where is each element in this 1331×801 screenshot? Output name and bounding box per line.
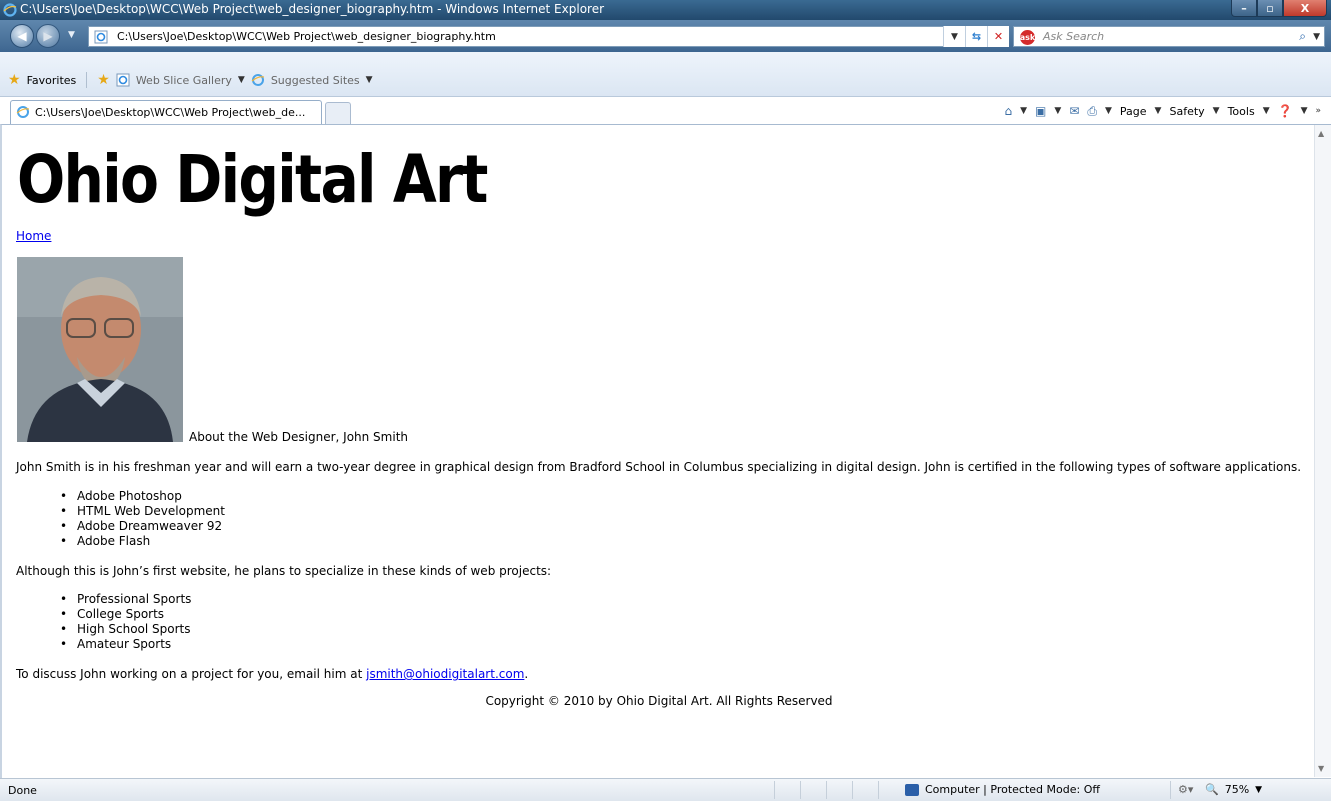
status-bar: Done Computer | Protected Mode: Off ⚙▾ 🔍… — [0, 778, 1331, 801]
help-icon[interactable]: ❓ — [1278, 104, 1293, 118]
list-item: High School Sports — [60, 622, 191, 637]
chevron-down-icon[interactable]: ▼ — [1301, 106, 1308, 116]
home-link[interactable]: Home — [16, 229, 51, 243]
chevron-down-icon[interactable]: ▼ — [1263, 106, 1270, 116]
favorites-bar: ★ Favorites ★ Web Slice Gallery ▼ Sugges… — [8, 70, 373, 90]
home-icon[interactable]: ⌂ — [1005, 104, 1013, 118]
chevron-down-icon[interactable]: ▼ — [1255, 785, 1262, 795]
page-menu[interactable]: Page — [1120, 105, 1147, 118]
scroll-up-icon[interactable]: ▲ — [1318, 129, 1324, 138]
more-chevron-icon[interactable]: » — [1315, 106, 1321, 116]
contact-paragraph: To discuss John working on a project for… — [16, 667, 528, 681]
mail-icon[interactable]: ✉ — [1069, 104, 1079, 118]
window-controls: – ▫ X — [1231, 0, 1327, 18]
list-item: HTML Web Development — [60, 504, 225, 519]
chevron-down-icon[interactable]: ▼ — [1105, 106, 1112, 116]
safety-menu[interactable]: Safety — [1169, 105, 1204, 118]
copyright-text: Copyright © 2010 by Ohio Digital Art. Al… — [485, 694, 833, 708]
chevron-down-icon[interactable]: ▼ — [238, 75, 245, 85]
toolbar-divider — [86, 72, 88, 88]
feeds-icon[interactable]: ▣ — [1035, 104, 1046, 118]
navigation-bar: ◀ ▶ ▼ C:\Users\Joe\Desktop\WCC\Web Proje… — [0, 20, 1331, 52]
minimize-button[interactable]: – — [1231, 0, 1257, 17]
email-link[interactable]: jsmith@ohiodigitalart.com — [366, 667, 524, 681]
contact-period: . — [524, 667, 529, 681]
security-zone[interactable]: Computer | Protected Mode: Off — [905, 783, 1100, 796]
ask-logo-icon: ask — [1020, 30, 1035, 45]
status-divider — [878, 781, 879, 799]
status-divider — [774, 781, 775, 799]
favorites-star-icon: ★ — [8, 72, 21, 88]
search-options-dropdown-icon[interactable]: ▼ — [1313, 32, 1320, 42]
address-dropdown-icon[interactable]: ▼ — [943, 26, 965, 47]
zoom-control[interactable]: 🔍 75% ▼ — [1205, 783, 1262, 796]
contact-text: To discuss John working on a project for… — [16, 667, 367, 681]
status-divider — [852, 781, 853, 799]
search-placeholder[interactable]: Ask Search — [1043, 30, 1104, 43]
computer-zone-icon — [905, 783, 919, 796]
recent-pages-dropdown-icon[interactable]: ▼ — [68, 30, 75, 40]
zoom-level: 75% — [1224, 783, 1250, 796]
photo-caption: About the Web Designer, John Smith — [189, 430, 409, 444]
list-item: Adobe Flash — [60, 534, 225, 549]
chevron-down-icon[interactable]: ▼ — [1020, 106, 1027, 116]
security-zone-label: Computer | Protected Mode: Off — [925, 783, 1100, 796]
arrow-left-icon: ◀ — [17, 29, 27, 43]
arrow-right-icon: ▶ — [43, 29, 53, 43]
address-actions: ▼ ⇆ ✕ — [943, 26, 1009, 47]
web-slice-gallery-link[interactable]: Web Slice Gallery — [136, 74, 232, 87]
chevron-down-icon[interactable]: ▼ — [1155, 106, 1162, 116]
address-url[interactable]: C:\Users\Joe\Desktop\WCC\Web Project\web… — [117, 30, 496, 43]
title-bar: C:\Users\Joe\Desktop\WCC\Web Project\web… — [0, 0, 1331, 20]
list-item: College Sports — [60, 607, 191, 622]
maximize-button[interactable]: ▫ — [1257, 0, 1283, 17]
status-divider — [826, 781, 827, 799]
tab-ie-icon — [16, 106, 30, 118]
refresh-icon[interactable]: ⇆ — [965, 26, 987, 47]
forward-button[interactable]: ▶ — [36, 24, 60, 48]
vertical-scrollbar[interactable]: ▲ ▼ — [1314, 125, 1331, 777]
print-icon[interactable]: ⎙ — [1087, 104, 1097, 119]
close-button[interactable]: X — [1283, 0, 1327, 17]
internet-explorer-icon — [3, 3, 17, 17]
stop-icon[interactable]: ✕ — [987, 26, 1009, 47]
tools-menu[interactable]: Tools — [1228, 105, 1255, 118]
list-item: Adobe Dreamweaver 92 — [60, 519, 225, 534]
page-ie-icon — [94, 30, 108, 44]
certifications-list: Adobe Photoshop HTML Web Development Ado… — [60, 489, 225, 549]
address-bar[interactable]: C:\Users\Joe\Desktop\WCC\Web Project\web… — [88, 26, 988, 47]
suggested-sites-link[interactable]: Suggested Sites — [271, 74, 360, 87]
chevron-down-icon[interactable]: ▼ — [1213, 106, 1220, 116]
window-title: C:\Users\Joe\Desktop\WCC\Web Project\web… — [20, 2, 605, 16]
list-item: Adobe Photoshop — [60, 489, 225, 504]
protected-mode-icon[interactable]: ⚙▾ — [1178, 783, 1193, 796]
list-item: Professional Sports — [60, 592, 191, 607]
status-divider — [1170, 781, 1171, 799]
plans-paragraph: Although this is John’s first website, h… — [16, 564, 552, 578]
command-bar: ⌂ ▼ ▣ ▼ ✉ ⎙ ▼ Page ▼ Safety ▼ Tools ▼ ❓ … — [1005, 100, 1322, 122]
status-text: Done — [8, 784, 37, 797]
bio-paragraph: John Smith is in his freshman year and w… — [16, 460, 1302, 474]
web-slice-icon — [116, 73, 130, 87]
search-icon[interactable]: ⌕ — [1299, 29, 1306, 44]
scroll-down-icon[interactable]: ▼ — [1318, 764, 1324, 773]
zoom-icon: 🔍 — [1205, 783, 1219, 796]
suggested-sites-icon — [251, 74, 264, 86]
search-box[interactable]: ask Ask Search ⌕ ▼ — [1013, 26, 1325, 47]
new-tab-button[interactable] — [325, 102, 351, 124]
browser-tab[interactable]: C:\Users\Joe\Desktop\WCC\Web Project\web… — [10, 100, 322, 124]
projects-list: Professional Sports College Sports High … — [60, 592, 191, 652]
list-item: Amateur Sports — [60, 637, 191, 652]
status-divider — [800, 781, 801, 799]
chevron-down-icon[interactable]: ▼ — [366, 75, 373, 85]
site-title: Ohio Digital Art — [17, 141, 488, 218]
designer-photo — [17, 257, 183, 442]
chevron-down-icon[interactable]: ▼ — [1054, 106, 1061, 116]
add-favorite-icon[interactable]: ★ — [97, 72, 110, 88]
back-button[interactable]: ◀ — [10, 24, 34, 48]
favorites-button[interactable]: Favorites — [27, 74, 77, 87]
tab-label[interactable]: C:\Users\Joe\Desktop\WCC\Web Project\web… — [35, 106, 305, 119]
